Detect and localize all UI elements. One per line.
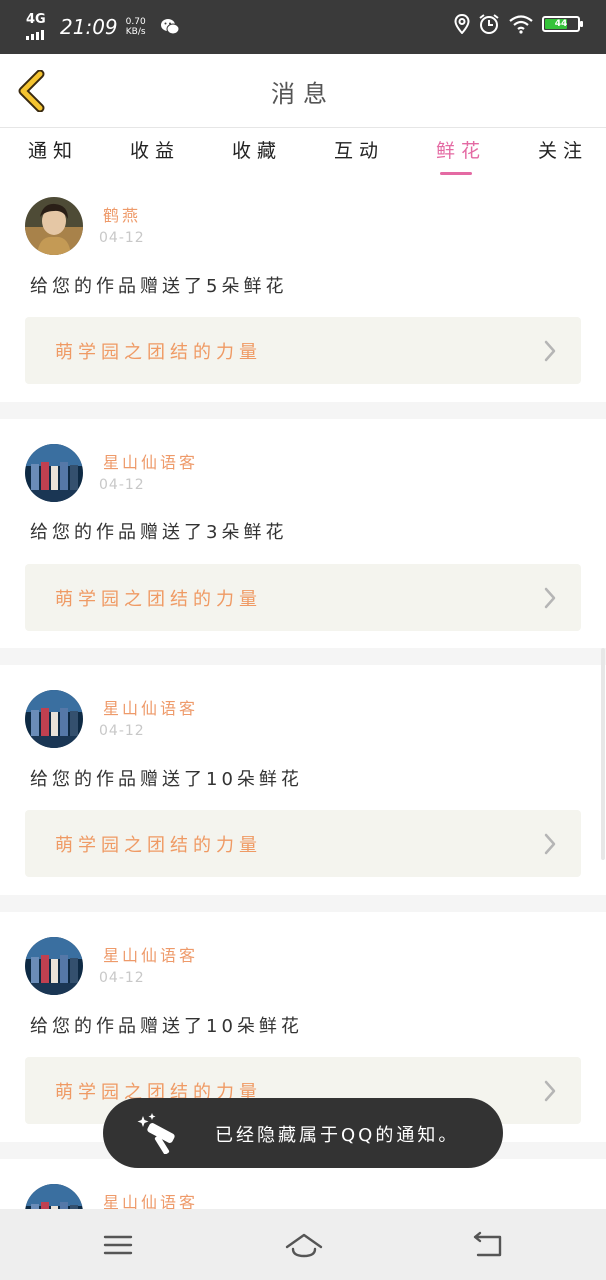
avatar[interactable] xyxy=(25,1184,83,1209)
toast-message: 已经隐藏属于QQ的通知。 xyxy=(215,1125,460,1146)
chevron-right-icon xyxy=(544,587,556,609)
back-icon[interactable] xyxy=(470,1229,506,1261)
notification-message: 给您的作品赠送了10朵鲜花 xyxy=(30,769,303,790)
status-bar: 4G 21:09 0.70 KB/s 44 xyxy=(0,0,606,54)
list-item: 鹤燕 04-12 给您的作品赠送了5朵鲜花 萌学园之团结的力量 xyxy=(0,180,606,402)
user-name[interactable]: 星山仙语客 xyxy=(103,449,198,473)
date: 04-12 xyxy=(99,477,145,493)
work-title: 萌学园之团结的力量 xyxy=(55,342,262,363)
scrollbar[interactable] xyxy=(601,648,605,860)
divider xyxy=(0,648,606,665)
system-nav-bar xyxy=(0,1209,606,1280)
signal-icon: 4G xyxy=(26,12,48,40)
avatar[interactable] xyxy=(25,197,83,255)
location-icon xyxy=(454,14,470,34)
page-title: 消息 xyxy=(271,80,335,108)
user-name[interactable]: 鹤燕 xyxy=(103,202,141,226)
sweep-brush-icon xyxy=(137,1113,175,1154)
toast: 已经隐藏属于QQ的通知。 xyxy=(103,1098,503,1168)
avatar[interactable] xyxy=(25,937,83,995)
work-link[interactable]: 萌学园之团结的力量 xyxy=(25,810,581,877)
clock: 21:09 xyxy=(60,15,118,39)
tab-bar: 通知 收益 收藏 互动 鲜花 关注 xyxy=(0,128,606,180)
notification-message: 给您的作品赠送了3朵鲜花 xyxy=(30,522,288,543)
date: 04-12 xyxy=(99,723,145,739)
chevron-right-icon xyxy=(544,340,556,362)
divider xyxy=(0,402,606,419)
tab-notice[interactable]: 通知 xyxy=(28,136,78,163)
battery-icon: 44 xyxy=(542,16,583,32)
list-item: 星山仙语客 04-12 给您的作品赠送了3朵鲜花 萌学园之团结的力量 xyxy=(0,419,606,641)
date: 04-12 xyxy=(99,230,145,246)
divider xyxy=(0,895,606,912)
tab-flowers[interactable]: 鲜花 xyxy=(436,136,486,163)
notification-message: 给您的作品赠送了10朵鲜花 xyxy=(30,1016,303,1037)
menu-icon[interactable] xyxy=(100,1229,136,1261)
chevron-right-icon xyxy=(544,1080,556,1102)
app-header: 消息 xyxy=(0,54,606,128)
tab-follow[interactable]: 关注 xyxy=(538,136,588,163)
tab-income[interactable]: 收益 xyxy=(130,136,180,163)
user-name[interactable]: 星山仙语客 xyxy=(103,695,198,719)
home-icon[interactable] xyxy=(284,1229,324,1261)
notification-message: 给您的作品赠送了5朵鲜花 xyxy=(30,276,288,297)
work-title: 萌学园之团结的力量 xyxy=(55,589,262,610)
avatar[interactable] xyxy=(25,690,83,748)
avatar[interactable] xyxy=(25,444,83,502)
active-tab-indicator xyxy=(440,172,472,175)
alarm-icon xyxy=(479,14,499,34)
network-type: 4G xyxy=(26,12,46,27)
work-link[interactable]: 萌学园之团结的力量 xyxy=(25,564,581,631)
work-link[interactable]: 萌学园之团结的力量 xyxy=(25,317,581,384)
user-name[interactable]: 星山仙语客 xyxy=(103,1189,198,1209)
tab-favorites[interactable]: 收藏 xyxy=(232,136,282,163)
wifi-icon xyxy=(509,15,533,34)
work-title: 萌学园之团结的力量 xyxy=(55,835,262,856)
list-item: 星山仙语客 04-12 给您的作品赠送了10朵鲜花 萌学园之团结的力量 xyxy=(0,665,606,887)
date: 04-12 xyxy=(99,970,145,986)
wechat-icon xyxy=(160,19,180,35)
tab-interaction[interactable]: 互动 xyxy=(334,136,384,163)
chevron-right-icon xyxy=(544,833,556,855)
user-name[interactable]: 星山仙语客 xyxy=(103,942,198,966)
network-speed: 0.70 KB/s xyxy=(125,17,146,37)
